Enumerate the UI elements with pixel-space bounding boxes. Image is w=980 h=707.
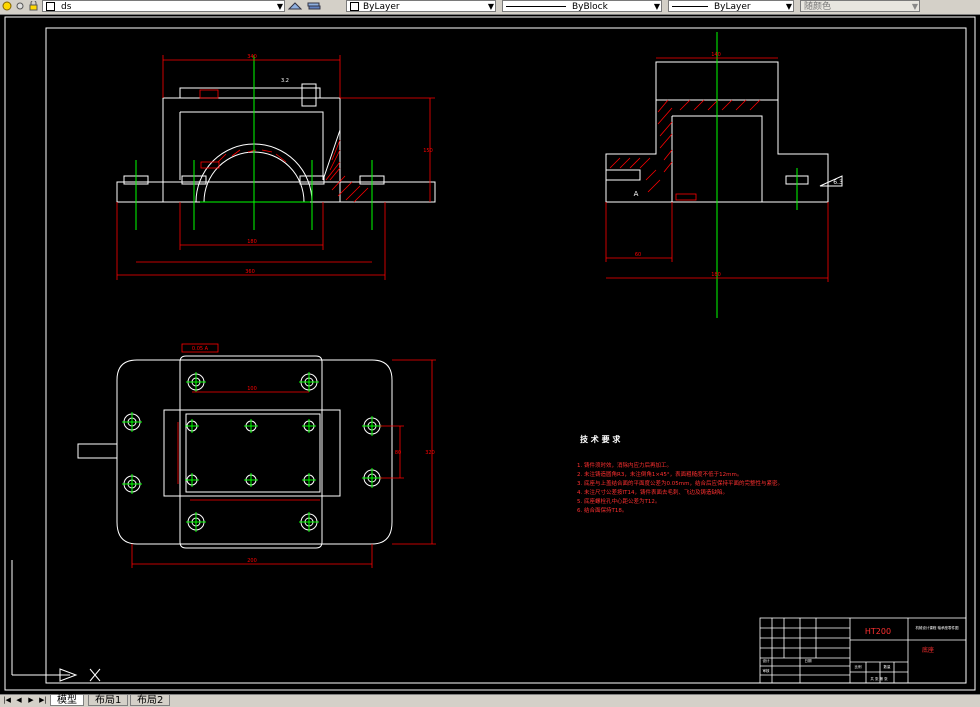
material-label: HT200 xyxy=(865,627,891,636)
tech-req-item-4: 4. 未注尺寸公差按IT14，铸件表面去毛刺、飞边及铸造缺陷。 xyxy=(577,488,728,496)
layer-state-icon[interactable] xyxy=(2,1,13,11)
tech-req-item-2: 2. 未注铸造圆角R3，未注倒角1×45°，表面粗糙度不低于12mm。 xyxy=(577,470,742,478)
plotstyle-control-value: 随颜色 xyxy=(804,2,832,12)
drawn-by-label: 设计 xyxy=(763,658,771,663)
layer-previous-icon[interactable] xyxy=(307,1,321,11)
lineweight-sample xyxy=(672,6,708,7)
sheet-border xyxy=(4,16,976,691)
top-dim-text: 100 200 320 80 0.05 A xyxy=(192,346,435,564)
dim-side-base: 60 xyxy=(635,252,641,258)
qty-label: 数量 xyxy=(884,664,892,669)
front-body xyxy=(162,97,341,202)
ucs-icon xyxy=(11,560,101,682)
chevron-down-icon: ▼ xyxy=(653,2,660,11)
front-centerlines xyxy=(135,55,373,230)
top-shaft xyxy=(77,443,117,459)
dim-top-hole: 100 xyxy=(247,386,257,392)
lock-icon[interactable] xyxy=(28,1,39,11)
tab-layout-1[interactable]: 布局1 xyxy=(88,695,129,706)
front-cap xyxy=(179,87,321,98)
dim-front-height: 150 xyxy=(423,148,433,154)
front-inner-top xyxy=(180,111,324,180)
dim-top-right: 80 xyxy=(395,450,401,456)
properties-toolbar: ds ▼ ByLayer ▼ ByBlock ▼ ByLayer ▼ 随颜色 ▼ xyxy=(0,0,980,15)
side-centerlines xyxy=(716,32,798,318)
dim-front-overall: 360 xyxy=(245,269,255,275)
tab-layout-2[interactable]: 布局2 xyxy=(130,695,171,706)
chevron-down-icon: ▼ xyxy=(911,2,918,11)
sheet-label: 共 张 第 张 xyxy=(870,676,888,681)
roughness-a: 3.2 xyxy=(281,78,289,84)
tech-req-item-3: 3. 底座与上盖结合面的平面度公差为0.05mm，结合后应保持平面的完整性与紧密… xyxy=(577,479,783,487)
technical-requirements: 技 术 要 求 1. 铸件须时效，消除内应力后再加工。 2. 未注铸造圆角R3，… xyxy=(577,434,783,514)
lineweight-control-dropdown[interactable]: ByLayer ▼ xyxy=(668,0,794,12)
front-dimensions xyxy=(116,55,435,280)
tab-model[interactable]: 模型 xyxy=(50,695,84,706)
sun-icon[interactable] xyxy=(15,1,26,11)
layer-color-swatch xyxy=(46,2,55,11)
roughness-b: 6.3 xyxy=(833,179,843,186)
side-hatch xyxy=(609,99,761,193)
linetype-control-value: ByBlock xyxy=(572,2,608,12)
top-cap-outline xyxy=(179,355,323,549)
dim-front-width: 340 xyxy=(247,54,257,60)
dim-top-span: 200 xyxy=(247,558,257,564)
tech-req-item-5: 5. 底座螺栓孔中心距公差为T12。 xyxy=(577,497,660,505)
linetype-sample xyxy=(506,6,566,7)
dim-side-total: 180 xyxy=(711,272,721,278)
dim-top-width: 320 xyxy=(425,450,435,456)
layer-dropdown[interactable]: ds ▼ xyxy=(42,0,285,12)
check-label: 审核 xyxy=(763,668,771,673)
top-centerlines xyxy=(122,372,382,532)
scale-label: 比例 xyxy=(855,664,863,669)
dim-front-inner: 180 xyxy=(247,239,257,245)
make-layer-current-icon[interactable] xyxy=(288,1,302,11)
layout-tabs-bar: |◀ ◀ ▶ ▶| 模型 布局1 布局2 xyxy=(0,694,980,707)
top-dimensions xyxy=(131,343,436,568)
side-slot xyxy=(606,169,641,181)
next-tab-icon[interactable]: ▶ xyxy=(26,696,36,705)
tech-req-item-1: 1. 铸件须时效，消除内应力后再加工。 xyxy=(577,461,672,469)
title-small: 机械设计课程 轴承座零件图 xyxy=(915,625,959,630)
last-tab-icon[interactable]: ▶| xyxy=(38,696,48,705)
lineweight-control-value: ByLayer xyxy=(714,2,751,12)
top-view xyxy=(77,355,393,549)
title-block-text: HT200 机械设计课程 轴承座零件图 底座 设计 审核 日期 比例 数量 共 … xyxy=(763,625,960,681)
chevron-down-icon: ▼ xyxy=(785,2,792,11)
prev-tab-icon[interactable]: ◀ xyxy=(14,696,24,705)
top-center-block xyxy=(163,409,341,497)
color-swatch xyxy=(350,2,359,11)
angle-label: A xyxy=(634,190,639,198)
linetype-control-dropdown[interactable]: ByBlock ▼ xyxy=(502,0,662,12)
side-view xyxy=(605,61,843,203)
rib-outline xyxy=(322,129,380,183)
plotstyle-control-dropdown[interactable]: 随颜色 ▼ xyxy=(800,0,920,12)
top-bolt-holes xyxy=(123,373,381,531)
tech-req-item-6: 6. 结合面保持T18。 xyxy=(577,506,627,514)
layer-name: ds xyxy=(61,2,72,12)
chevron-down-icon: ▼ xyxy=(487,2,494,11)
tol-frame-a: 0.05 A xyxy=(192,346,209,352)
chevron-down-icon: ▼ xyxy=(276,2,283,11)
date-label: 日期 xyxy=(805,658,813,663)
front-view xyxy=(116,83,436,203)
color-control-value: ByLayer xyxy=(363,2,400,12)
first-tab-icon[interactable]: |◀ xyxy=(2,696,12,705)
tech-req-title: 技 术 要 求 xyxy=(580,434,621,444)
front-dim-text: 340 180 360 150 3.2 xyxy=(245,54,433,275)
part-name: 底座 xyxy=(922,646,934,654)
oil-plug xyxy=(301,83,317,107)
dim-side-width: 140 xyxy=(711,52,721,58)
color-control-dropdown[interactable]: ByLayer ▼ xyxy=(346,0,496,12)
side-dim-text: 140 60 180 A 6.3 xyxy=(634,52,843,278)
drawing-frame xyxy=(45,27,967,684)
drawing-canvas[interactable]: 340 180 360 150 3.2 140 60 180 A 6.3 100… xyxy=(0,15,980,694)
front-base xyxy=(116,181,436,203)
